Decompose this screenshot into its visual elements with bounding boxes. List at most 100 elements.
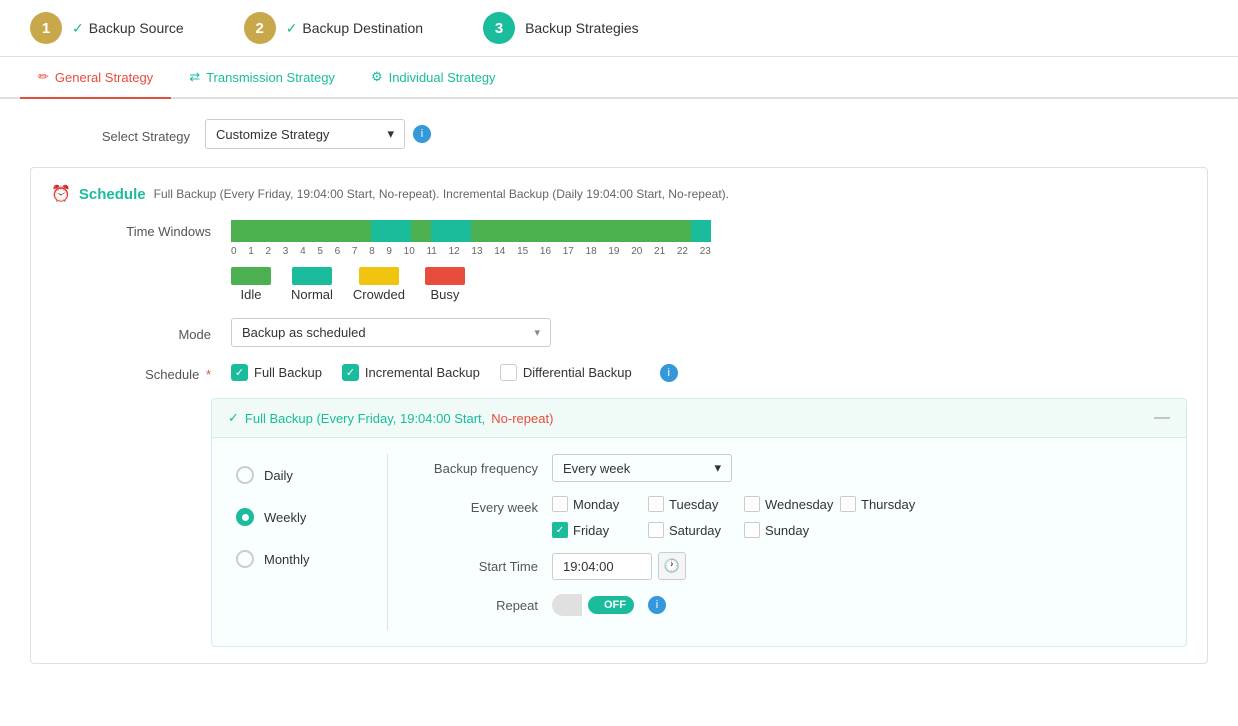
step-2-label: ✓ Backup Destination: [286, 20, 423, 37]
tab-individual[interactable]: ⚙ Individual Strategy: [353, 57, 514, 99]
time-seg-normal-1: [371, 220, 411, 242]
settings-icon: ⚙: [371, 69, 383, 85]
time-seg-normal-2: [431, 220, 471, 242]
start-time-row: Start Time 🕐: [408, 552, 1170, 580]
repeat-toggle-button[interactable]: OFF: [588, 596, 634, 614]
step-1-check-icon: ✓: [72, 20, 84, 37]
main-content: Select Strategy Customize Strategy ▾ i ⏰…: [0, 99, 1238, 684]
backup-expand-header: ✓ Full Backup (Every Friday, 19:04:00 St…: [212, 399, 1186, 438]
saturday-checkbox: [648, 522, 664, 538]
repeat-info-icon[interactable]: i: [648, 596, 666, 614]
legend-crowded: Crowded: [353, 267, 405, 302]
mode-select-dropdown[interactable]: Backup as scheduled ▾: [231, 318, 551, 347]
required-star: *: [206, 367, 211, 382]
idle-label: Idle: [241, 287, 262, 302]
mode-chevron-icon: ▾: [534, 326, 540, 339]
step-2-check-icon: ✓: [286, 20, 298, 37]
day-friday[interactable]: ✓ Friday: [552, 522, 642, 538]
clock-picker-button[interactable]: 🕐: [658, 552, 686, 580]
start-time-input-wrap: 🕐: [552, 552, 686, 580]
time-seg-normal-3: [691, 220, 711, 242]
freq-chevron-icon: ▾: [714, 460, 721, 476]
repeat-row: Repeat OFF i: [408, 594, 1170, 616]
clock-icon: ⏰: [51, 184, 71, 204]
weekly-option[interactable]: Weekly: [228, 496, 367, 538]
incremental-backup-checkbox[interactable]: ✓ Incremental Backup: [342, 364, 480, 381]
start-time-input[interactable]: [552, 553, 652, 580]
daily-radio: [236, 466, 254, 484]
legend-normal: Normal: [291, 267, 333, 302]
legend-idle: Idle: [231, 267, 271, 302]
time-windows-wrap: 0 1 2 3 4 5 6 7 8 9 10 11 12 13 14 15 16: [231, 220, 1187, 302]
transfer-icon: ⇄: [189, 69, 200, 85]
backup-frequency-row: Backup frequency Every week ▾: [408, 454, 1170, 482]
steps-bar: 1 ✓ Backup Source 2 ✓ Backup Destination…: [0, 0, 1238, 57]
step-3[interactable]: 3 Backup Strategies: [483, 12, 639, 44]
check-green-icon: ✓: [228, 410, 239, 426]
backup-type-info-icon[interactable]: i: [660, 364, 678, 382]
weekly-radio: [236, 508, 254, 526]
daily-option[interactable]: Daily: [228, 454, 367, 496]
tuesday-checkbox: [648, 496, 664, 512]
schedule-checkboxes-row: Schedule * ✓ Full Backup ✓ Incremental B…: [51, 363, 1187, 382]
frequency-settings: Backup frequency Every week ▾ Every week: [408, 454, 1170, 630]
toggle-track: [552, 594, 582, 616]
backup-expand-body: Daily Weekly Monthly: [212, 438, 1186, 646]
differential-backup-checkbox[interactable]: Differential Backup: [500, 364, 632, 381]
strategy-label: Select Strategy: [30, 125, 190, 144]
day-sunday[interactable]: Sunday: [744, 522, 834, 538]
step-1[interactable]: 1 ✓ Backup Source: [30, 12, 184, 44]
time-windows-label: Time Windows: [51, 220, 211, 239]
day-wednesday[interactable]: Wednesday: [744, 496, 834, 512]
day-tuesday[interactable]: Tuesday: [648, 496, 738, 512]
clock-icon: 🕐: [664, 558, 680, 574]
edit-icon: ✏: [38, 69, 49, 85]
monthly-radio: [236, 550, 254, 568]
strategy-info-icon[interactable]: i: [413, 125, 431, 143]
backup-type-checkboxes: ✓ Full Backup ✓ Incremental Backup Diffe…: [231, 364, 678, 382]
backup-expand-panel: ✓ Full Backup (Every Friday, 19:04:00 St…: [211, 398, 1187, 647]
repeat-toggle-wrap: OFF i: [552, 594, 666, 616]
step-3-circle: 3: [483, 12, 515, 44]
friday-checkbox: ✓: [552, 522, 568, 538]
day-thursday[interactable]: Thursday: [840, 496, 930, 512]
backup-expand-title: ✓ Full Backup (Every Friday, 19:04:00 St…: [228, 410, 553, 426]
time-bar: [231, 220, 711, 242]
time-seg-idle-1: [231, 220, 371, 242]
monday-checkbox: [552, 496, 568, 512]
minimize-button[interactable]: —: [1154, 409, 1170, 427]
full-backup-checkbox[interactable]: ✓ Full Backup: [231, 364, 322, 381]
chevron-down-icon: ▾: [387, 126, 394, 142]
step-1-circle: 1: [30, 12, 62, 44]
tab-transmission[interactable]: ⇄ Transmission Strategy: [171, 57, 353, 99]
schedule-header: ⏰ Schedule Full Backup (Every Friday, 19…: [51, 184, 1187, 204]
schedule-cb-label: Schedule *: [51, 363, 211, 382]
sunday-checkbox: [744, 522, 760, 538]
day-monday[interactable]: Monday: [552, 496, 642, 512]
tabs-bar: ✏ General Strategy ⇄ Transmission Strate…: [0, 57, 1238, 99]
step-2-circle: 2: [244, 12, 276, 44]
full-backup-expanded: ✓ Full Backup (Every Friday, 19:04:00 St…: [211, 398, 1187, 647]
schedule-section: ⏰ Schedule Full Backup (Every Friday, 19…: [30, 167, 1208, 664]
time-seg-idle-3: [471, 220, 691, 242]
time-legend: Idle Normal Crowded Busy: [231, 267, 1187, 302]
tab-general[interactable]: ✏ General Strategy: [20, 57, 171, 99]
frequency-options: Daily Weekly Monthly: [228, 454, 388, 630]
strategy-select-dropdown[interactable]: Customize Strategy ▾: [205, 119, 405, 149]
every-week-row: Every week Monday Tuesday: [408, 496, 1170, 538]
day-saturday[interactable]: Saturday: [648, 522, 738, 538]
time-seg-idle-2: [411, 220, 431, 242]
incremental-backup-cb-box: ✓: [342, 364, 359, 381]
crowded-color: [359, 267, 399, 285]
step-2[interactable]: 2 ✓ Backup Destination: [244, 12, 423, 44]
step-3-label: Backup Strategies: [525, 20, 639, 36]
monthly-option[interactable]: Monthly: [228, 538, 367, 580]
mode-row: Mode Backup as scheduled ▾: [51, 318, 1187, 347]
busy-label: Busy: [430, 287, 459, 302]
backup-frequency-dropdown[interactable]: Every week ▾: [552, 454, 732, 482]
idle-color: [231, 267, 271, 285]
crowded-label: Crowded: [353, 287, 405, 302]
normal-color: [292, 267, 332, 285]
differential-backup-cb-box: [500, 364, 517, 381]
days-grid: Monday Tuesday Wednesday: [552, 496, 932, 538]
